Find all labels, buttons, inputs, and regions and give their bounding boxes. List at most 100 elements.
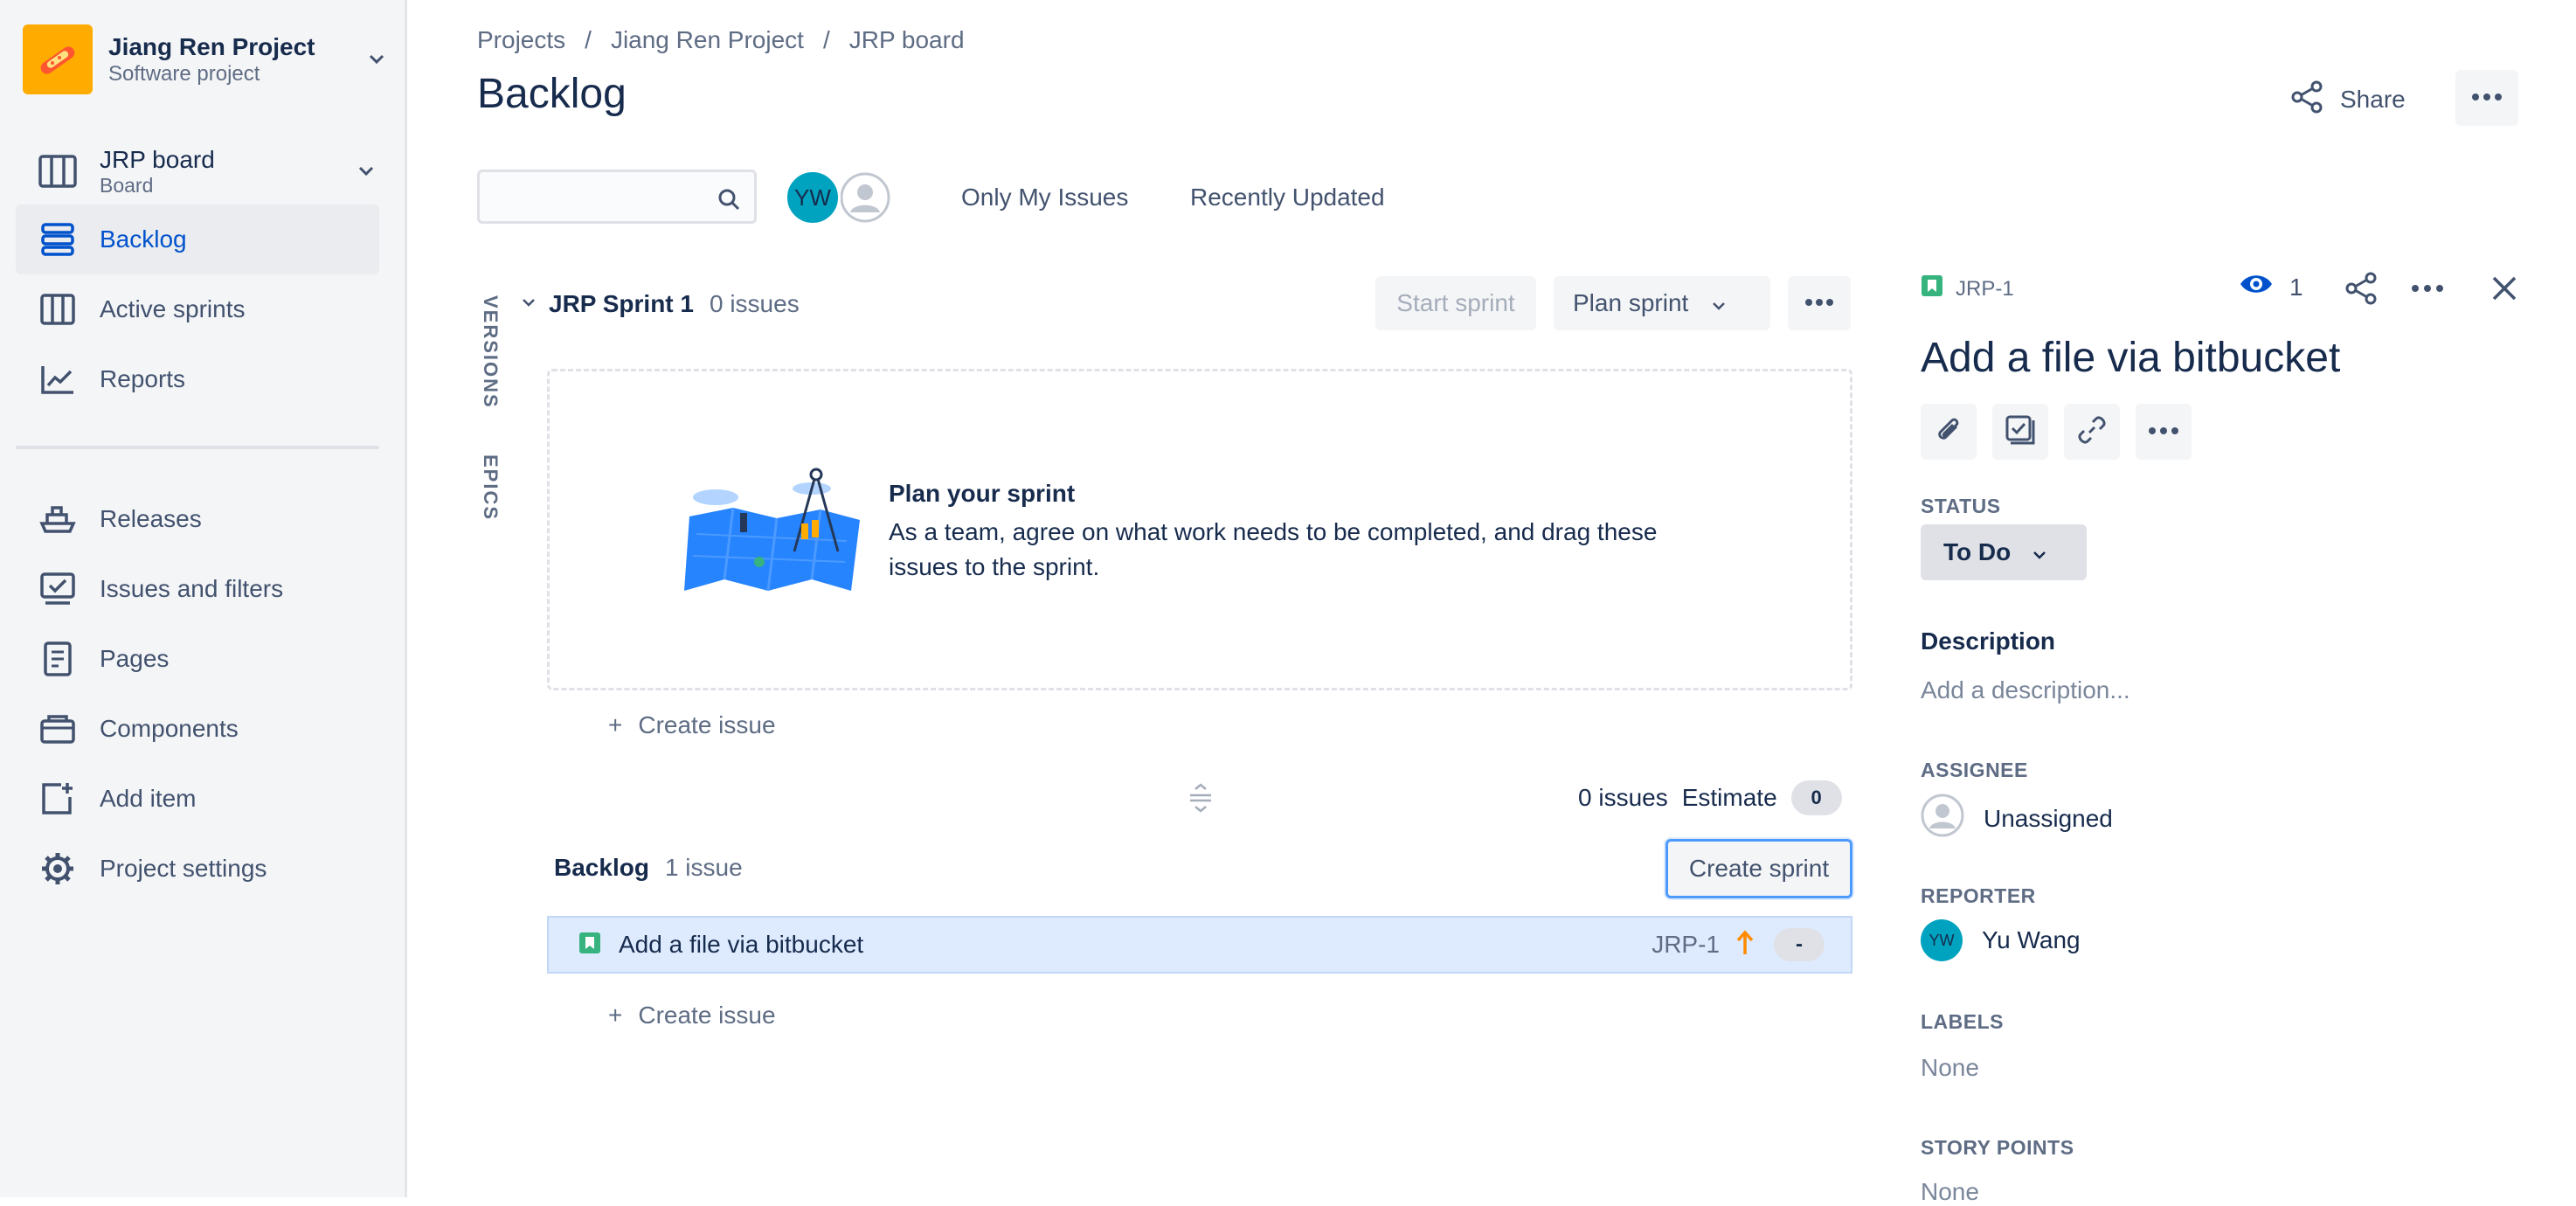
sprint-issue-count: 0 issues: [709, 290, 800, 317]
share-label: Share: [2340, 86, 2406, 113]
project-sidebar: Jiang Ren Project Software project JRP b…: [0, 0, 407, 1197]
assignee-label: ASSIGNEE: [1921, 759, 2028, 781]
link-icon: [2076, 414, 2108, 450]
add-item-icon: [23, 781, 93, 816]
status-label: STATUS: [1921, 495, 2001, 517]
sidebar-item-label: Issues and filters: [100, 575, 284, 602]
sidebar-item-label: Active sprints: [100, 295, 246, 322]
story-icon: [1921, 274, 1943, 303]
project-switcher[interactable]: Jiang Ren Project Software project: [23, 23, 390, 96]
drag-handle-icon[interactable]: [1187, 783, 1215, 817]
board-icon: [23, 155, 93, 188]
description-field[interactable]: Add a description...: [1921, 676, 2130, 704]
plus-icon: +: [608, 711, 623, 738]
backlog-name: Backlog: [554, 854, 649, 881]
search-icon: [717, 188, 740, 215]
story-icon: [578, 932, 601, 959]
sidebar-item-pages[interactable]: Pages: [16, 624, 379, 694]
more-options-button[interactable]: [2455, 70, 2518, 126]
board-type: Board: [100, 174, 154, 197]
sidebar-item-label: Releases: [100, 505, 202, 532]
quick-filter-recently-updated[interactable]: Recently Updated: [1190, 178, 1385, 217]
reporter-label: REPORTER: [1921, 884, 2036, 907]
plan-sprint-button[interactable]: Plan sprint: [1554, 276, 1770, 330]
plus-icon: +: [608, 1002, 623, 1029]
labels-value[interactable]: None: [1921, 1054, 1979, 1082]
watch-button[interactable]: 1: [2239, 271, 2303, 303]
sidebar-item-label: Project settings: [100, 855, 267, 882]
priority-high-icon: [1735, 929, 1755, 960]
epics-tab[interactable]: EPICS: [479, 454, 502, 521]
estimate-badge: 0: [1790, 780, 1842, 815]
search-field[interactable]: [477, 170, 757, 224]
start-sprint-button[interactable]: Start sprint: [1375, 276, 1536, 330]
create-issue-label: Create issue: [638, 711, 776, 738]
sidebar-item-label: Pages: [100, 645, 170, 672]
add-child-issue-button[interactable]: [1992, 404, 2048, 460]
gear-icon: [23, 851, 93, 886]
issue-key[interactable]: JRP-1: [1652, 931, 1720, 959]
chevron-down-icon: [2032, 538, 2047, 566]
sidebar-item-backlog[interactable]: Backlog: [16, 204, 379, 274]
backlog-icon: [23, 223, 93, 256]
story-points-value[interactable]: None: [1921, 1178, 1979, 1206]
more-horizontal-icon: [2148, 424, 2179, 440]
reporter-field[interactable]: YW Yu Wang: [1921, 919, 2081, 961]
backlog-create-issue-button[interactable]: + Create issue: [608, 1002, 776, 1029]
avatar-filter-unassigned[interactable]: [837, 170, 893, 225]
search-input[interactable]: [480, 172, 754, 221]
avatar-filter-yw[interactable]: YW: [785, 170, 841, 225]
breadcrumb-separator: /: [585, 26, 592, 53]
detail-issue-key[interactable]: JRP-1: [1921, 274, 2014, 303]
sprint-more-button[interactable]: [1788, 276, 1851, 330]
watcher-count: 1: [2289, 273, 2303, 301]
sidebar-item-issues-and-filters[interactable]: Issues and filters: [16, 554, 379, 624]
sprint-empty-state: Plan your sprint As a team, agree on wha…: [547, 369, 1852, 690]
chart-line-icon: [23, 364, 93, 395]
link-issue-button[interactable]: [2064, 404, 2120, 460]
detail-key-label: JRP-1: [1956, 276, 2014, 301]
chevron-down-icon[interactable]: [521, 296, 537, 312]
detail-more-icon[interactable]: [2410, 274, 2445, 307]
avatar-unassigned-icon: [1921, 794, 1964, 843]
sidebar-divider: [16, 446, 379, 449]
status-dropdown[interactable]: To Do: [1921, 524, 2087, 580]
sidebar-item-active-sprints[interactable]: Active sprints: [16, 274, 379, 344]
sprint-name[interactable]: JRP Sprint 1: [549, 290, 694, 318]
board-switcher[interactable]: JRP board Board: [16, 140, 379, 203]
issues-icon: [23, 572, 93, 606]
sidebar-item-reports[interactable]: Reports: [16, 344, 379, 414]
more-horizontal-icon: [1804, 295, 1834, 311]
detail-share-icon[interactable]: [2344, 271, 2379, 310]
quick-filter-only-my-issues[interactable]: Only My Issues: [961, 178, 1128, 217]
chevron-down-icon: [1711, 289, 1727, 317]
versions-tab[interactable]: VERSIONS: [479, 295, 502, 409]
plan-sprint-illustration: [681, 464, 864, 600]
sprint-create-issue-button[interactable]: + Create issue: [608, 711, 776, 739]
assignee-field[interactable]: Unassigned: [1921, 794, 2113, 843]
chevron-down-icon[interactable]: [353, 158, 379, 184]
project-avatar-icon: [23, 24, 93, 94]
detail-issue-title[interactable]: Add a file via bitbucket: [1921, 334, 2340, 382]
sidebar-item-components[interactable]: Components: [16, 694, 379, 764]
sidebar-item-add-item[interactable]: Add item: [16, 764, 379, 834]
share-button[interactable]: Share: [2289, 75, 2406, 124]
backlog-issue-row[interactable]: Add a file via bitbucket JRP-1 -: [547, 916, 1852, 974]
breadcrumb-separator: /: [822, 26, 830, 53]
project-name: Jiang Ren Project: [108, 33, 315, 60]
breadcrumb-project[interactable]: Jiang Ren Project: [611, 26, 804, 54]
breadcrumb-projects[interactable]: Projects: [477, 26, 565, 54]
close-icon[interactable]: [2487, 271, 2522, 310]
sidebar-item-project-settings[interactable]: Project settings: [16, 834, 379, 904]
detail-actions-more-button[interactable]: [2136, 404, 2192, 460]
plan-sprint-title: Plan your sprint: [889, 480, 1076, 507]
ship-icon: [23, 504, 93, 534]
reporter-value: Yu Wang: [1982, 926, 2081, 953]
sidebar-item-label: Reports: [100, 365, 186, 392]
attach-button[interactable]: [1921, 404, 1977, 460]
sidebar-item-releases[interactable]: Releases: [16, 484, 379, 554]
chevron-down-icon[interactable]: [364, 46, 390, 73]
breadcrumb-board[interactable]: JRP board: [849, 26, 965, 54]
sprint-summary: 0 issues Estimate 0: [1578, 778, 1842, 818]
create-sprint-button[interactable]: Create sprint: [1665, 839, 1852, 898]
